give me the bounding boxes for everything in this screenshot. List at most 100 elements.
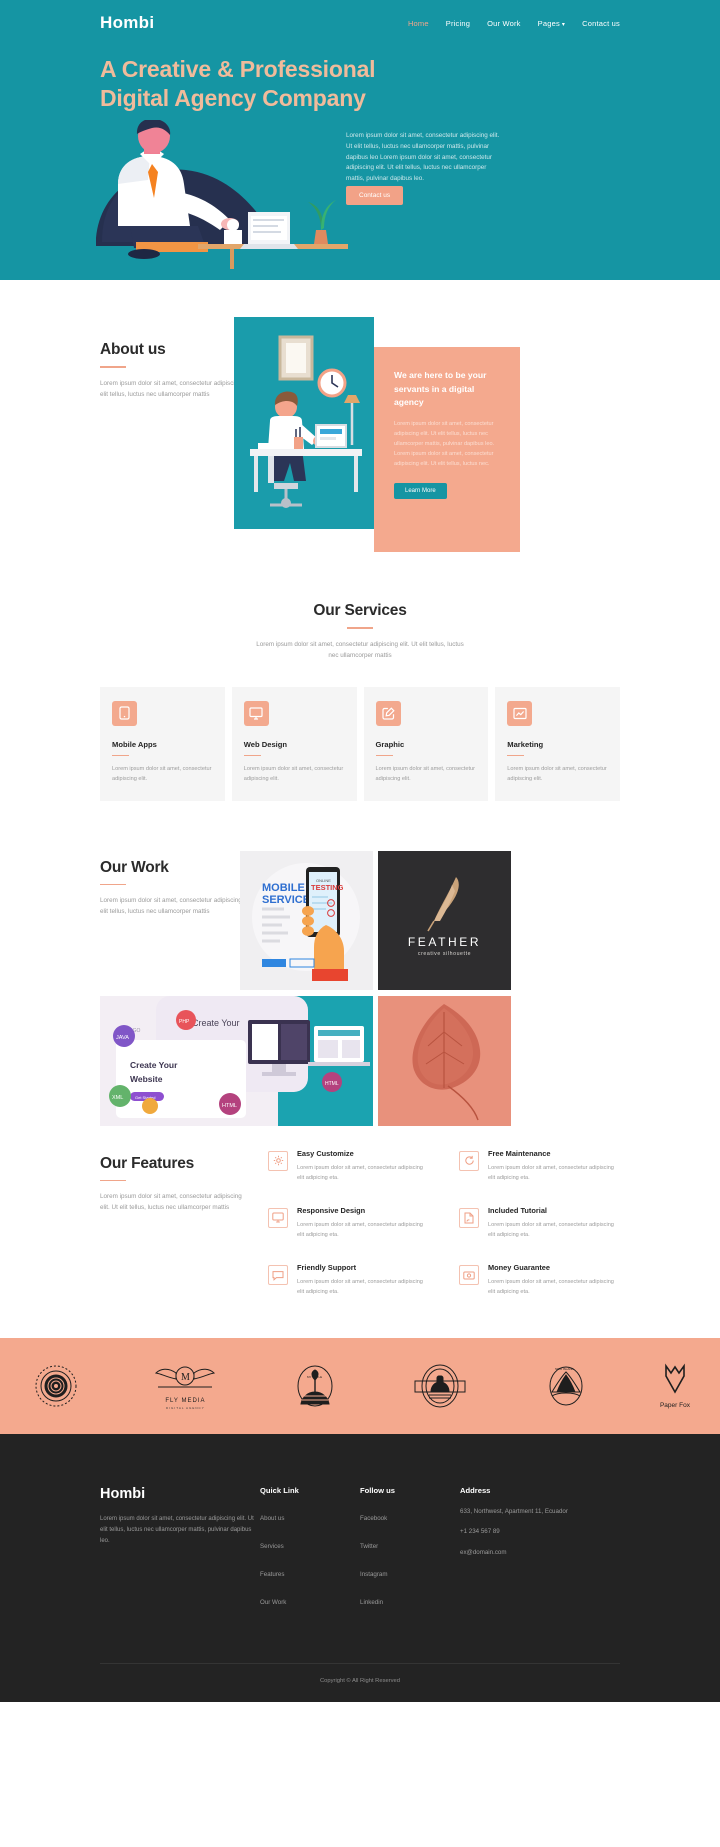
brand-logo[interactable]: Hombi — [100, 13, 154, 33]
work-tile-mobile-service[interactable]: MOBILE SERVICE ONLINE TESTING — [240, 850, 373, 990]
copyright-text: Copyright © All Right Reserved — [320, 1677, 400, 1684]
about-highlight-card: We are here to be your servants in a dig… — [374, 347, 520, 552]
divider — [507, 754, 525, 757]
footer-link-twitter[interactable]: Twitter — [360, 1543, 378, 1550]
work-tile-autumn-leaf[interactable] — [378, 995, 511, 1126]
svg-text:Create Your: Create Your — [130, 1060, 178, 1070]
list-item: About us — [260, 1507, 360, 1525]
feature-text: Lorem ipsum dolor sit amet, consectetur … — [488, 1279, 614, 1296]
services-subheading: Lorem ipsum dolor sit amet, consectetur … — [256, 640, 464, 659]
gear-icon — [268, 1150, 288, 1171]
hero-title-line2: Digital Agency Company — [100, 85, 366, 112]
service-text: Lorem ipsum dolor sit amet, consectetur … — [243, 766, 344, 783]
feature-text: Lorem ipsum dolor sit amet, consectetur … — [297, 1164, 423, 1181]
pen-edit-icon — [375, 700, 401, 726]
work-tile-create-website[interactable]: LOGO Create Your Create Your Website Get… — [100, 995, 373, 1126]
service-card-web-design[interactable]: Web Design Lorem ipsum dolor sit amet, c… — [231, 686, 357, 801]
service-title: Mobile Apps — [112, 739, 157, 749]
footer-address-column: Address 633, Northwest, Apartment 11, Ec… — [460, 1486, 620, 1619]
nav-item-home[interactable]: Home — [408, 19, 429, 28]
landing-page: Hombi Home Pricing Our Work Pages ▾ Conta… — [0, 0, 720, 1702]
hero-title-line1: A Creative & Professional — [100, 56, 376, 82]
feature-free-maintenance: Free Maintenance Lorem ipsum dolor sit a… — [459, 1149, 620, 1183]
client-logo-label: FLY MEDIA — [165, 1398, 206, 1405]
feather-caption: FEATHER creative silhouette — [378, 935, 511, 957]
client-logo-new-island-travel[interactable]: NEW ISLAND — [540, 1360, 592, 1412]
service-text: Lorem ipsum dolor sit amet, consectetur … — [507, 766, 607, 783]
footer-address-title: Address — [460, 1485, 491, 1495]
site-footer: Hombi Lorem ipsum dolor sit amet, consec… — [0, 1433, 720, 1702]
footer-link-about-us[interactable]: About us — [260, 1515, 284, 1522]
footer-link-services[interactable]: Services — [260, 1543, 284, 1550]
chevron-down-icon: ▾ — [561, 21, 566, 28]
footer-link-features[interactable]: Features — [260, 1571, 284, 1578]
divider — [100, 883, 126, 886]
footer-link-instagram[interactable]: Instagram — [360, 1571, 388, 1578]
footer-address-email[interactable]: ex@domain.com — [460, 1548, 620, 1559]
feature-included-tutorial: Included Tutorial Lorem ipsum dolor sit … — [459, 1206, 620, 1240]
nav-item-our-work[interactable]: Our Work — [487, 19, 521, 28]
footer-brand[interactable]: Hombi — [100, 1486, 260, 1502]
hero-contact-button[interactable]: Contact us — [346, 185, 404, 205]
footer-quick-link-title: Quick Link — [260, 1485, 299, 1495]
list-item: Linkedin — [360, 1591, 460, 1609]
nav-item-contact-us[interactable]: Contact us — [582, 19, 620, 28]
client-logo-oval-emblem[interactable] — [409, 1362, 471, 1410]
footer-columns: Hombi Lorem ipsum dolor sit amet, consec… — [100, 1486, 620, 1619]
feature-title: Responsive Design — [297, 1205, 366, 1215]
monitor-icon — [243, 700, 269, 726]
nav-item-pages[interactable]: Pages ▾ — [538, 19, 566, 28]
services-section: Our Services Lorem ipsum dolor sit amet,… — [0, 580, 720, 837]
feature-text: Lorem ipsum dolor sit amet, consectetur … — [297, 1279, 423, 1296]
footer-link-facebook[interactable]: Facebook — [360, 1515, 387, 1522]
learn-more-button[interactable]: Learn More — [394, 482, 447, 499]
service-title: Marketing — [507, 739, 544, 749]
feature-text: Lorem ipsum dolor sit amet, consectetur … — [297, 1221, 423, 1239]
svg-text:Website: Website — [130, 1074, 163, 1084]
money-badge-icon — [459, 1265, 479, 1286]
client-logos-section: M FLY MEDIA DIGITAL AGENCY MY LITTLE NEW… — [0, 1337, 720, 1434]
nav-item-pricing[interactable]: Pricing — [446, 19, 470, 28]
hero-section: Hombi Home Pricing Our Work Pages ▾ Conta… — [0, 0, 720, 280]
svg-text:XML: XML — [112, 1095, 123, 1101]
monitor-icon — [268, 1207, 288, 1228]
mobile-phone-icon — [112, 700, 137, 726]
feature-title: Included Tutorial — [488, 1205, 547, 1215]
feature-easy-customize: Easy Customize Lorem ipsum dolor sit ame… — [268, 1149, 429, 1183]
client-logo-the-flower-boutique[interactable] — [30, 1360, 82, 1412]
feature-title: Free Maintenance — [488, 1148, 551, 1158]
footer-link-our-work[interactable]: Our Work — [260, 1599, 286, 1606]
client-logo-fly-media[interactable]: M FLY MEDIA DIGITAL AGENCY — [150, 1361, 220, 1410]
list-item: Features — [260, 1563, 360, 1581]
footer-quick-link-column: Quick Link About us Services Features Ou… — [260, 1486, 360, 1619]
divider — [112, 754, 129, 757]
features-heading: Our Features — [100, 1154, 195, 1172]
svg-text:HTML: HTML — [222, 1103, 237, 1109]
list-item: Our Work — [260, 1591, 360, 1609]
hero-title: A Creative & Professional Digital Agency… — [100, 55, 430, 114]
footer-follow-us-column: Follow us Facebook Twitter Instagram Lin… — [360, 1486, 460, 1619]
service-card-graphic[interactable]: Graphic Lorem ipsum dolor sit amet, cons… — [363, 686, 489, 801]
client-logo-my-little-bee[interactable]: MY LITTLE — [289, 1360, 341, 1412]
feature-text: Lorem ipsum dolor sit amet, consectetur … — [488, 1164, 614, 1181]
list-item: Services — [260, 1535, 360, 1553]
footer-follow-us-title: Follow us — [360, 1485, 396, 1495]
feature-friendly-support: Friendly Support Lorem ipsum dolor sit a… — [268, 1263, 429, 1297]
divider — [243, 754, 261, 757]
work-tile-feather[interactable]: FEATHER creative silhouette — [378, 850, 511, 990]
footer-follow-us-list: Facebook Twitter Instagram Linkedin — [360, 1507, 460, 1609]
footer-address-phone[interactable]: +1 234 567 89 — [460, 1527, 620, 1538]
svg-text:Create Your: Create Your — [192, 1018, 240, 1028]
features-section: Our Features Lorem ipsum dolor sit amet,… — [0, 1137, 720, 1338]
client-logo-paper-fox[interactable]: Paper Fox — [660, 1362, 690, 1409]
footer-brand-column: Hombi Lorem ipsum dolor sit amet, consec… — [100, 1486, 260, 1619]
service-card-marketing[interactable]: Marketing Lorem ipsum dolor sit amet, co… — [495, 686, 620, 801]
divider — [100, 1179, 126, 1182]
footer-link-linkedin[interactable]: Linkedin — [360, 1599, 383, 1606]
main-navigation: Hombi Home Pricing Our Work Pages ▾ Conta… — [0, 0, 720, 36]
service-card-mobile-apps[interactable]: Mobile Apps Lorem ipsum dolor sit amet, … — [100, 686, 225, 801]
businessman-at-desk-illustration — [96, 119, 348, 269]
divider — [100, 366, 126, 368]
divider — [347, 627, 373, 629]
about-card-heading: We are here to be your servants in a dig… — [394, 370, 487, 408]
